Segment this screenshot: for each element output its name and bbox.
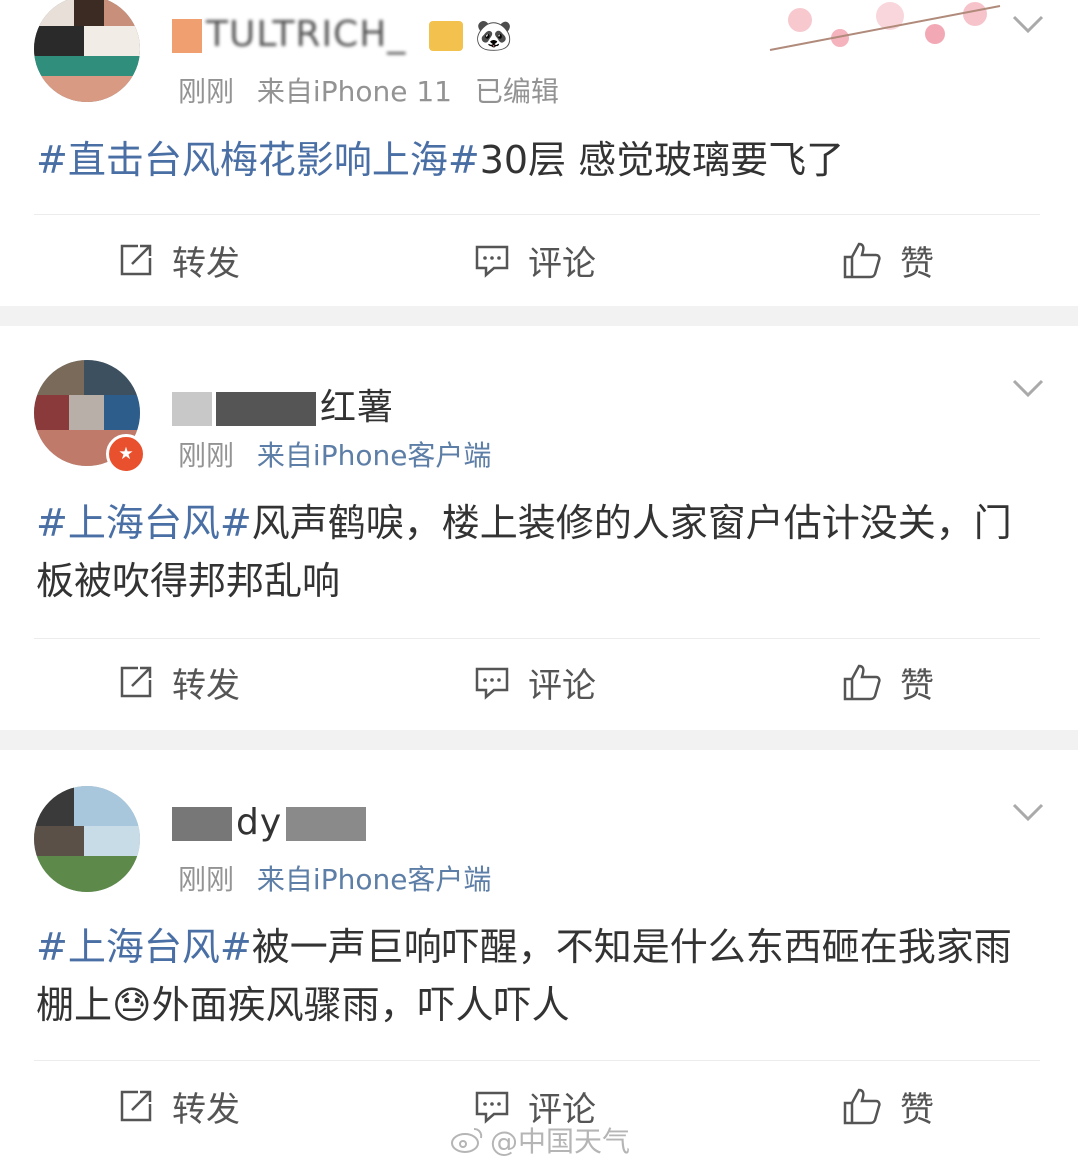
avatar[interactable] [34, 786, 140, 892]
badge-icon [428, 21, 463, 51]
thumbs-up-icon [843, 1088, 881, 1125]
watermark: @中国天气 [450, 1120, 630, 1160]
topic-link[interactable]: #上海台风# [36, 925, 252, 969]
repost-icon [120, 244, 152, 276]
repost-icon [120, 666, 152, 698]
panda-icon: 🐼 [475, 18, 514, 54]
comment-button[interactable]: 评论 [474, 230, 596, 290]
comment-icon [475, 667, 509, 700]
thumbs-up-icon [843, 664, 881, 701]
post-text: #上海台风#被一声巨响吓醒，不知是什么东西砸在我家雨棚上😓外面疾风骤雨，吓人吓人 [36, 925, 1012, 1027]
chevron-down-icon[interactable] [1012, 378, 1044, 398]
divider [34, 1060, 1040, 1061]
post-meta: 刚刚 来自iPhone客户端 [178, 434, 491, 474]
blurred-name [286, 807, 367, 841]
weibo-logo-icon [451, 1128, 483, 1153]
post-3: dy 刚刚 来自iPhone客户端 #上海台风#被一声巨响吓醒，不知是什么东西砸… [0, 750, 1078, 1164]
post-source[interactable]: 来自iPhone客户端 [257, 439, 492, 472]
post-time: 刚刚 [178, 75, 235, 108]
repost-button[interactable]: 转发 [118, 652, 240, 712]
post-source: 来自iPhone 11 [256, 75, 452, 108]
avatar[interactable] [34, 0, 140, 102]
blossom-decoration [769, 2, 1001, 51]
action-bar: 转发 评论 赞 [0, 652, 1078, 712]
topic-link[interactable]: #上海台风# [36, 501, 252, 545]
post-text: #上海台风#风声鹤唳，楼上装修的人家窗户估计没关，门板被吹得邦邦乱响 [36, 501, 1012, 603]
post-source[interactable]: 来自iPhone客户端 [257, 863, 492, 896]
blurred-name [172, 392, 212, 426]
post-time: 刚刚 [178, 863, 235, 896]
post-text: #直击台风梅花影响上海#30层 感觉玻璃要飞了 [36, 138, 845, 182]
like-button[interactable]: 赞 [842, 230, 934, 290]
chevron-down-icon[interactable] [1012, 14, 1044, 34]
repost-button[interactable]: 转发 [118, 1076, 240, 1136]
post-1: TULTRICH_ 🐼 刚刚 来自iPhone 11 已编辑 #直击台风梅花影响… [0, 0, 1078, 306]
post-meta: 刚刚 来自iPhone客户端 [178, 858, 491, 898]
blurred-name [172, 19, 202, 53]
verified-badge-icon: ★ [106, 434, 146, 474]
post-time: 刚刚 [178, 439, 235, 472]
divider [34, 638, 1040, 639]
comment-button[interactable]: 评论 [474, 652, 596, 712]
comment-icon [475, 245, 509, 278]
comment-icon [475, 1091, 509, 1124]
edited-label: 已编辑 [474, 75, 559, 108]
action-bar: 转发 评论 赞 [0, 230, 1078, 290]
divider [34, 214, 1040, 215]
post-meta: 刚刚 来自iPhone 11 已编辑 [178, 70, 559, 110]
like-button[interactable]: 赞 [842, 652, 934, 712]
thumbs-up-icon [843, 242, 881, 279]
chevron-down-icon[interactable] [1012, 802, 1044, 822]
post-2: ★ 红薯 刚刚 来自iPhone客户端 #上海台风#风声鹤唳，楼上装修的人家窗户… [0, 326, 1078, 730]
like-button[interactable]: 赞 [842, 1076, 934, 1136]
username[interactable]: dy [172, 802, 370, 843]
repost-button[interactable]: 转发 [118, 230, 240, 290]
topic-link[interactable]: #直击台风梅花影响上海# [36, 138, 480, 182]
repost-icon [120, 1090, 152, 1122]
username[interactable]: TULTRICH_ 🐼 [172, 14, 514, 55]
username[interactable]: 红薯 [172, 378, 394, 430]
blurred-name [172, 807, 232, 841]
blurred-name [216, 392, 316, 426]
sweat-emoji-icon: 😓 [112, 983, 152, 1027]
